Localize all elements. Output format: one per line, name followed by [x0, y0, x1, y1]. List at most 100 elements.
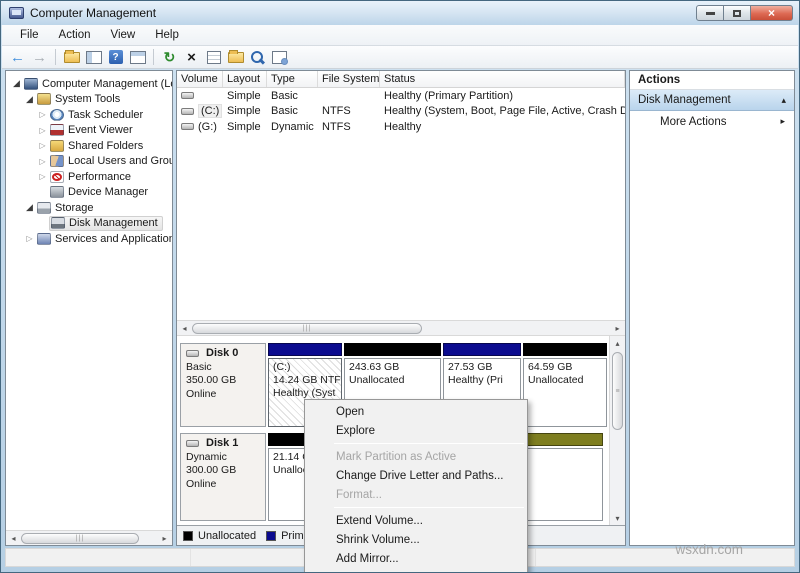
tree-item-performance[interactable]: ▷ Performance: [6, 169, 172, 185]
export-list-icon: [64, 52, 80, 63]
tree-item-event-viewer[interactable]: ▷Event Viewer: [6, 123, 172, 139]
toolbar: ←→? ↻×: [2, 46, 798, 69]
tree-expanded-arrow-icon[interactable]: ◢: [23, 94, 36, 105]
context-menu-item-open[interactable]: Open: [306, 402, 526, 421]
tree-horizontal-scrollbar[interactable]: ◂ ||| ▸: [6, 530, 172, 545]
tree-item-label: Performance: [68, 171, 131, 183]
scroll-right-icon[interactable]: ▸: [157, 531, 172, 545]
scroll-right-icon[interactable]: ▸: [610, 321, 625, 335]
partition-64-59-gb[interactable]: 64.59 GBUnallocated: [523, 343, 607, 427]
disk-size: 350.00 GB: [186, 374, 260, 388]
column-header-file-system[interactable]: File System: [318, 71, 380, 87]
tree-item-system-tools[interactable]: ◢System Tools: [6, 92, 172, 108]
volume-list-header: VolumeLayoutTypeFile SystemStatus: [177, 71, 625, 88]
layout-cell: Simple: [223, 121, 267, 133]
forward-icon[interactable]: →: [29, 47, 50, 67]
tree-item-computer-management-local-[interactable]: ◢ Computer Management (Local): [6, 76, 172, 92]
disk-status: Online: [186, 478, 260, 492]
partition-context-menu: OpenExploreMark Partition as ActiveChang…: [304, 399, 528, 573]
scroll-thumb[interactable]: ≡: [612, 352, 623, 430]
tree-item-shared-folders[interactable]: ▷Shared Folders: [6, 138, 172, 154]
column-header-status[interactable]: Status: [380, 71, 625, 87]
column-header-type[interactable]: Type: [267, 71, 318, 87]
partition-color-bar: [344, 343, 441, 356]
actions-section-label: Disk Management: [638, 94, 731, 106]
partition-state: Healthy (Pri: [448, 374, 516, 387]
menu-separator: [334, 443, 524, 444]
refresh-icon[interactable]: ↻: [159, 47, 180, 67]
help-icon[interactable]: ?: [105, 47, 126, 67]
tree-item-disk-management[interactable]: Disk Management: [6, 216, 172, 232]
settings-icon[interactable]: [269, 47, 290, 67]
disk-type: Basic: [186, 361, 260, 375]
scroll-thumb[interactable]: |||: [21, 533, 139, 544]
disk-status: Online: [186, 388, 260, 402]
tree-item-task-scheduler[interactable]: ▷Task Scheduler: [6, 107, 172, 123]
tree-expanded-arrow-icon[interactable]: ◢: [23, 202, 36, 213]
tree-collapsed-arrow-icon[interactable]: ▷: [36, 172, 49, 181]
context-menu-item-add-mirror[interactable]: Add Mirror...: [306, 549, 526, 568]
tree-collapsed-arrow-icon[interactable]: ▷: [36, 110, 49, 119]
disk-name-text: Disk 1: [206, 437, 238, 451]
tree-collapsed-arrow-icon[interactable]: ▷: [36, 157, 49, 166]
volume-row[interactable]: SimpleBasicHealthy (Primary Partition): [177, 88, 625, 104]
type-cell: Dynamic: [267, 121, 318, 133]
tree-item-services-and-applications[interactable]: ▷Services and Applications: [6, 231, 172, 247]
export-list-icon[interactable]: [61, 47, 82, 67]
tree-item-label: Computer Management (Local): [42, 78, 172, 90]
volume-list-horizontal-scrollbar[interactable]: ◂ ||| ▸: [177, 320, 625, 336]
console-window-icon[interactable]: [127, 47, 148, 67]
column-header-volume[interactable]: Volume: [177, 71, 223, 87]
column-header-layout[interactable]: Layout: [223, 71, 267, 87]
partition-size: 243.63 GB: [349, 361, 436, 374]
actions-disk-management-header[interactable]: Disk Management ▴: [630, 90, 794, 111]
tree-item-local-users-and-groups[interactable]: ▷Local Users and Groups: [6, 154, 172, 170]
fs-cell: NTFS: [318, 121, 380, 133]
volume-cell: [177, 92, 223, 99]
tree-collapsed-arrow-icon[interactable]: ▷: [36, 126, 49, 135]
disk-icon: [186, 350, 199, 357]
scroll-thumb[interactable]: |||: [192, 323, 422, 334]
maximize-button[interactable]: [724, 5, 751, 21]
properties-icon[interactable]: [203, 47, 224, 67]
disk-label-disk-1[interactable]: Disk 1Dynamic300.00 GBOnline: [180, 433, 266, 521]
console-tree-icon[interactable]: [83, 47, 104, 67]
scroll-left-icon[interactable]: ◂: [177, 321, 192, 335]
back-icon[interactable]: ←: [7, 47, 28, 67]
volume-icon: [181, 92, 194, 99]
disk-label-disk-0[interactable]: Disk 0Basic350.00 GBOnline: [180, 343, 266, 427]
tree-item-storage[interactable]: ◢Storage: [6, 200, 172, 216]
minimize-button[interactable]: [696, 5, 724, 21]
search-icon[interactable]: [247, 47, 268, 67]
context-menu-item-explore[interactable]: Explore: [306, 421, 526, 440]
tree-selection: Disk Management: [49, 216, 163, 231]
menu-file[interactable]: File: [10, 27, 49, 43]
tree-expanded-arrow-icon[interactable]: ◢: [10, 78, 23, 89]
more-actions-item[interactable]: More Actions ▸: [630, 111, 794, 132]
scroll-left-icon[interactable]: ◂: [6, 531, 21, 545]
partition-body[interactable]: 64.59 GBUnallocated: [523, 358, 607, 427]
disk-icon: [186, 440, 199, 447]
context-menu-item-shrink-volume[interactable]: Shrink Volume...: [306, 530, 526, 549]
tree-collapsed-arrow-icon[interactable]: ▷: [23, 234, 36, 243]
console-window-icon: [130, 51, 146, 64]
disk-view-vertical-scrollbar[interactable]: ▴ ≡ ▾: [609, 336, 625, 525]
scroll-up-icon[interactable]: ▴: [610, 336, 625, 350]
context-menu-item-extend-volume[interactable]: Extend Volume...: [306, 511, 526, 530]
tree-collapsed-arrow-icon[interactable]: ▷: [36, 141, 49, 150]
system-tools-icon: [37, 93, 51, 105]
menu-help[interactable]: Help: [145, 27, 189, 43]
volume-row-g[interactable]: (G:)SimpleDynamicNTFSHealthy: [177, 119, 625, 135]
collapse-icon[interactable]: ▴: [781, 95, 786, 106]
open-folder-icon[interactable]: [225, 47, 246, 67]
scroll-down-icon[interactable]: ▾: [610, 511, 625, 525]
context-menu-item-change-drive-letter-and-paths[interactable]: Change Drive Letter and Paths...: [306, 466, 526, 485]
disk-name: Disk 1: [186, 437, 260, 451]
menu-view[interactable]: View: [101, 27, 146, 43]
menu-action[interactable]: Action: [49, 27, 101, 43]
delete-icon[interactable]: ×: [181, 47, 202, 67]
close-button[interactable]: ×: [751, 5, 793, 21]
help-icon: ?: [109, 50, 123, 64]
volume-row-c[interactable]: (C:)SimpleBasicNTFSHealthy (System, Boot…: [177, 104, 625, 120]
tree-item-device-manager[interactable]: Device Manager: [6, 185, 172, 201]
